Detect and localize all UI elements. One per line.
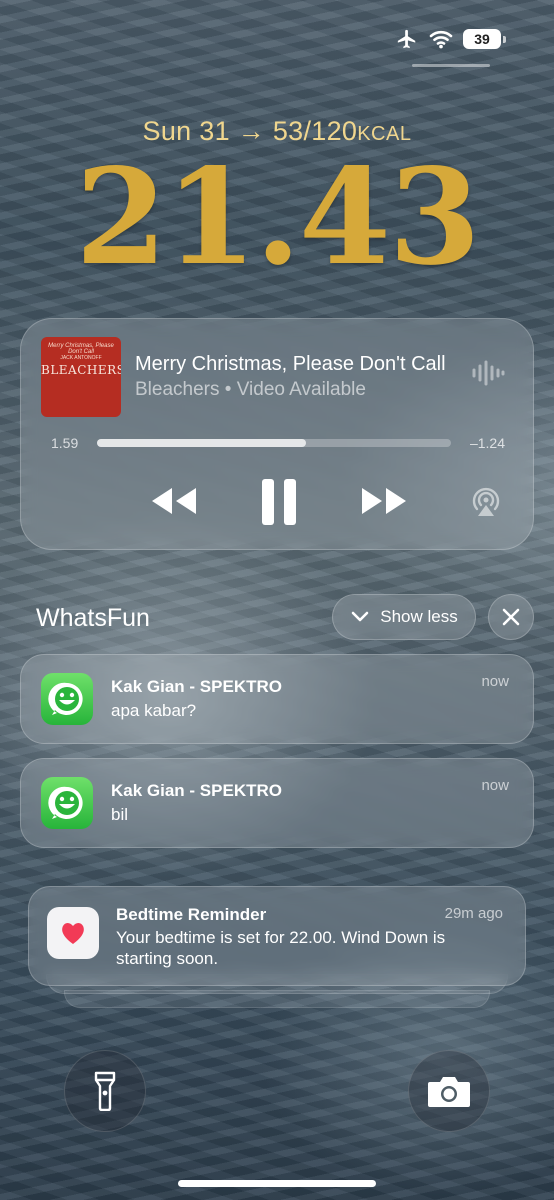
flashlight-icon xyxy=(94,1071,116,1111)
whatsfun-app-icon xyxy=(41,673,93,725)
bedtime-notification-card[interactable]: Bedtime Reminder 29m ago Your bedtime is… xyxy=(28,886,526,986)
bedtime-body: Your bedtime is set for 22.00. Wind Down… xyxy=(116,927,445,969)
whatsfun-app-icon xyxy=(41,777,93,829)
airplay-icon xyxy=(472,487,500,516)
rewind-icon xyxy=(152,488,196,514)
notification-body: apa kabar? xyxy=(111,701,197,720)
fast-forward-icon xyxy=(362,488,406,514)
rewind-button[interactable] xyxy=(145,481,203,521)
fast-forward-button[interactable] xyxy=(355,481,413,521)
chevron-down-icon xyxy=(351,611,369,622)
home-indicator[interactable] xyxy=(178,1180,376,1187)
close-icon xyxy=(502,608,520,626)
health-app-icon xyxy=(47,907,99,959)
notification-card[interactable]: Kak Gian - SPEKTRO bil now xyxy=(20,758,534,848)
camera-button[interactable] xyxy=(408,1050,490,1132)
waveform-icon xyxy=(472,360,505,386)
airplay-button[interactable] xyxy=(467,483,505,521)
heart-icon xyxy=(62,923,84,944)
progress-bar[interactable] xyxy=(97,439,451,447)
album-artist-text: JACK ANTONOFF xyxy=(60,355,102,361)
track-title: Merry Christmas, Please Don't Call xyxy=(135,353,446,375)
notification-title: Kak Gian - SPEKTRO xyxy=(111,677,282,696)
airplane-icon xyxy=(397,29,416,49)
wifi-icon xyxy=(429,30,453,49)
battery-level: 39 xyxy=(463,29,501,49)
remaining-time: –1.24 xyxy=(469,435,505,451)
track-subtitle: Bleachers • Video Available xyxy=(135,379,366,400)
progress-fill xyxy=(97,439,306,447)
status-bar: 39 xyxy=(395,28,506,50)
status-indicator-line xyxy=(412,64,490,67)
bedtime-body-line: Your bedtime is set for 22.00. Wind Down… xyxy=(116,928,446,947)
notification-card[interactable]: Kak Gian - SPEKTRO apa kabar? now xyxy=(20,654,534,744)
battery-icon: 39 xyxy=(463,29,506,49)
show-less-label: Show less xyxy=(380,607,458,626)
notification-time: now xyxy=(481,673,509,690)
notification-time: now xyxy=(481,777,509,794)
notification-group-title: WhatsFun xyxy=(36,604,150,632)
clear-group-button[interactable] xyxy=(488,594,534,640)
bedtime-body-line: starting soon. xyxy=(116,949,219,968)
elapsed-time: 1.59 xyxy=(51,435,79,451)
album-band-text: BLEACHERS xyxy=(41,363,121,377)
bedtime-title: Bedtime Reminder xyxy=(116,905,267,924)
pause-button[interactable] xyxy=(255,475,303,529)
camera-icon xyxy=(428,1077,470,1107)
flashlight-button[interactable] xyxy=(64,1050,146,1132)
bedtime-time: 29m ago xyxy=(444,905,503,922)
now-playing-widget[interactable]: Merry Christmas, Please Don't Call JACK … xyxy=(20,318,534,550)
clock-time: 21.43 xyxy=(75,140,480,295)
album-art[interactable]: Merry Christmas, Please Don't Call JACK … xyxy=(41,337,121,417)
notification-body: bil xyxy=(111,805,129,824)
album-top-text: Merry Christmas, Please Don't Call xyxy=(48,343,114,355)
pause-icon xyxy=(262,479,296,525)
show-less-button[interactable]: Show less xyxy=(332,594,476,640)
notification-title: Kak Gian - SPEKTRO xyxy=(111,781,282,800)
